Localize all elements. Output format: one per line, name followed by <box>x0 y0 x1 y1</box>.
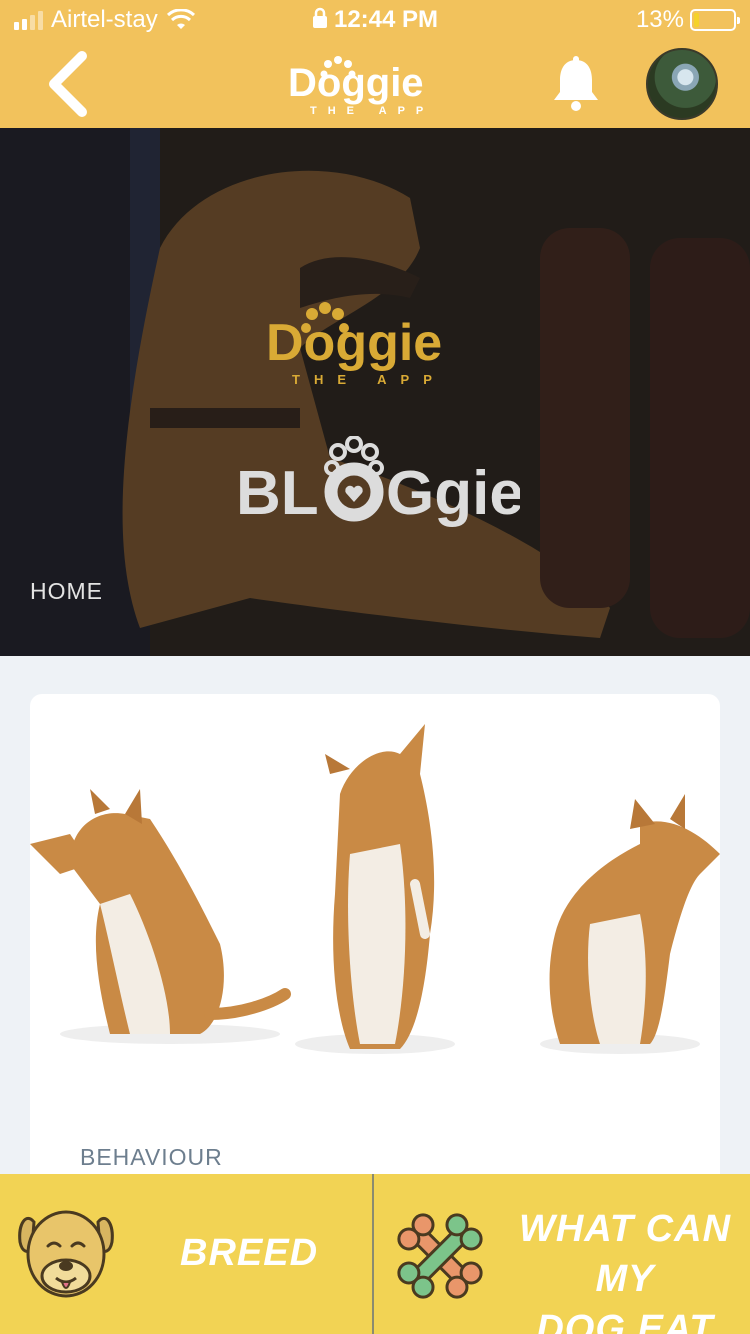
status-time: 12:44 PM <box>333 6 439 33</box>
hero-logo: Doggie THE APP <box>266 302 446 387</box>
app-logo-text: Doggie <box>288 61 424 105</box>
crossed-bones-icon <box>397 1213 483 1299</box>
what-can-my-dog-eat-label: WHAT CAN MY DOG EAT <box>512 1204 738 1334</box>
hero-logo-subtext: THE APP <box>292 372 446 387</box>
back-chevron-icon[interactable] <box>40 50 100 118</box>
bell-icon[interactable] <box>550 56 602 112</box>
article-image <box>30 724 720 1054</box>
dog-left-illustration <box>30 789 291 1044</box>
dog-middle-illustration <box>295 724 455 1054</box>
breed-label: BREED <box>180 1232 319 1274</box>
breed-tile[interactable]: BREED <box>0 1174 374 1334</box>
breadcrumb-home[interactable]: HOME <box>30 578 103 605</box>
what-can-my-dog-eat-tile[interactable]: WHAT CAN MY DOG EAT <box>374 1174 750 1334</box>
dog-right-illustration <box>540 794 720 1054</box>
hero-banner: Doggie THE APP BL Ggie HOME <box>0 128 750 656</box>
bloggie-text-left: BL <box>236 459 319 528</box>
eat-label-line1: WHAT CAN MY <box>518 1208 732 1300</box>
profile-avatar[interactable] <box>646 48 718 120</box>
article-card[interactable]: BEHAVIOUR <box>30 694 720 1214</box>
status-bar: Airtel-stay 12:44 PM 13% <box>0 0 750 40</box>
paw-heart-icon <box>324 436 384 522</box>
status-right: 13% <box>635 6 740 34</box>
lock-icon <box>312 7 327 28</box>
battery-icon <box>690 9 740 31</box>
app-logo-subtext: THE APP <box>310 105 434 117</box>
bottom-nav: BREED WHAT CAN MY DOG EAT <box>0 1174 750 1334</box>
battery-percent: 13% <box>635 6 684 33</box>
article-category: BEHAVIOUR <box>80 1144 223 1170</box>
hero-overlay <box>0 128 750 656</box>
dog-face-icon <box>18 1210 114 1298</box>
app-logo: Doggie THE APP <box>288 56 434 117</box>
app-header: Doggie THE APP <box>0 40 750 128</box>
eat-label-line2: DOG EAT <box>536 1308 714 1334</box>
top-bar: Airtel-stay 12:44 PM 13% Doggie THE APP <box>0 0 750 128</box>
bloggie-text-right: Ggie <box>386 459 520 528</box>
hero-logo-text: Doggie <box>266 314 442 372</box>
bloggie-logo: BL Ggie <box>236 436 520 528</box>
